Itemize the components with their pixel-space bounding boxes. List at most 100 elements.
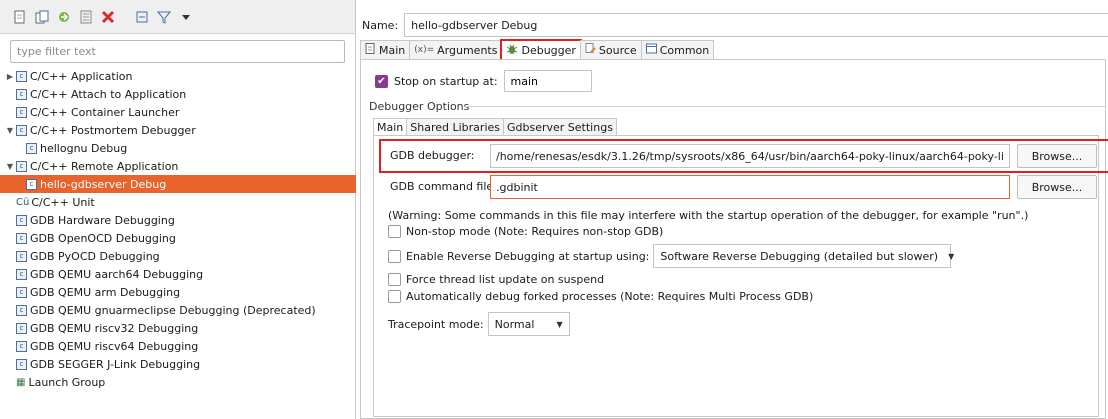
- stop-on-startup-input[interactable]: [503, 70, 592, 92]
- delete-all-icon[interactable]: [78, 9, 94, 25]
- c-config-icon: c: [16, 250, 27, 262]
- gdb-debugger-label: GDB debugger:: [390, 149, 475, 162]
- filter-icon[interactable]: [156, 9, 172, 25]
- tree-item[interactable]: c GDB OpenOCD Debugging: [0, 229, 356, 247]
- tree-item-label: C/C++ Application: [30, 69, 133, 83]
- gdb-debugger-browse-button[interactable]: Browse...: [1017, 144, 1097, 168]
- c-config-icon: c: [16, 88, 27, 100]
- stop-on-startup-row: ✔ Stop on startup at:: [375, 70, 592, 92]
- debugger-options-label: Debugger Options: [369, 100, 470, 113]
- auto-fork-label: Automatically debug forked processes (No…: [406, 290, 814, 303]
- source-tab-icon: [585, 43, 596, 57]
- tree-item[interactable]: c hellognu Debug: [0, 139, 356, 157]
- c-config-icon: c: [16, 286, 27, 298]
- tree-item-label: C/C++ Remote Application: [30, 159, 179, 173]
- reverse-debug-label: Enable Reverse Debugging at startup usin…: [406, 249, 650, 263]
- debugger-tab-icon: [506, 43, 518, 58]
- chevron-down-icon[interactable]: ▼: [4, 162, 16, 171]
- tree-item[interactable]: c GDB Hardware Debugging: [0, 211, 356, 229]
- tree-item[interactable]: c GDB QEMU aarch64 Debugging: [0, 265, 356, 283]
- c-config-icon: c: [26, 142, 37, 154]
- c-config-icon: c: [16, 70, 27, 82]
- launch-config-panel: ▶cC/C++ ApplicationcC/C++ Attach to Appl…: [0, 0, 356, 419]
- tree-item-label: Launch Group: [28, 375, 106, 389]
- tab-common-label: Common: [659, 43, 710, 57]
- collapse-all-icon[interactable]: [134, 9, 150, 25]
- tree-item-label: C/C++ Postmortem Debugger: [30, 123, 196, 137]
- config-editor: Name: Main (x)= Arguments Debugger Sourc…: [358, 0, 1108, 419]
- stop-on-startup-label: Stop on startup at:: [394, 74, 498, 88]
- delete-icon[interactable]: [100, 9, 116, 25]
- tree-item[interactable]: c hello-gdbserver Debug: [0, 175, 356, 193]
- c-config-icon: c: [16, 106, 27, 118]
- non-stop-checkbox[interactable]: [388, 225, 401, 238]
- reverse-debug-select[interactable]: Software Reverse Debugging (detailed but…: [653, 244, 954, 268]
- inner-tab-main[interactable]: Main: [373, 118, 408, 135]
- tree-item-label: C/C++ Container Launcher: [30, 105, 180, 119]
- tab-common[interactable]: Common: [640, 40, 715, 59]
- name-label: Name:: [362, 18, 399, 32]
- chevron-right-icon[interactable]: ▶: [4, 72, 16, 81]
- tree-item-label: GDB PyOCD Debugging: [30, 249, 160, 263]
- gdb-command-file-label: GDB command file:: [390, 180, 497, 193]
- debugger-tab-content: ✔ Stop on startup at: Debugger Options M…: [360, 59, 1108, 419]
- tree-item[interactable]: ▼ c C/C++ Postmortem Debugger: [0, 121, 356, 139]
- tree-item-label: GDB OpenOCD Debugging: [30, 231, 176, 245]
- reverse-debug-checkbox[interactable]: [388, 249, 401, 263]
- tree-item[interactable]: c GDB QEMU riscv64 Debugging: [0, 337, 356, 355]
- tree-item-label: hello-gdbserver Debug: [40, 177, 167, 191]
- inner-tab-shared-libraries[interactable]: Shared Libraries: [406, 118, 504, 135]
- tree-item-label: C/C++ Unit: [31, 195, 95, 209]
- c-config-icon: c: [16, 304, 27, 316]
- gdb-debugger-input[interactable]: [490, 144, 1010, 168]
- tree-item-label: hellognu Debug: [40, 141, 128, 155]
- force-thread-row: Force thread list update on suspend: [388, 273, 604, 286]
- auto-fork-checkbox[interactable]: [388, 290, 401, 303]
- launch-config-tree: ▶ c C/C++ Application c C/C++ Attach to Appl…: [0, 67, 356, 391]
- c-config-icon: c: [16, 214, 27, 226]
- stop-on-startup-checkbox[interactable]: ✔: [375, 74, 388, 88]
- tracepoint-select-value: Normal: [494, 317, 535, 331]
- launch-config-toolbar: [0, 0, 355, 34]
- tab-source[interactable]: Source: [579, 40, 642, 59]
- tree-item[interactable]: c GDB SEGGER J-Link Debugging: [0, 355, 356, 373]
- gdb-command-file-browse-button[interactable]: Browse...: [1017, 175, 1097, 199]
- tree-item-label: C/C++ Attach to Application: [30, 87, 187, 101]
- export-icon[interactable]: [56, 9, 72, 25]
- tree-item[interactable]: c GDB QEMU riscv32 Debugging: [0, 319, 356, 337]
- filter-input[interactable]: [10, 40, 345, 63]
- tab-debugger[interactable]: Debugger: [500, 39, 582, 61]
- launch-group-icon: ▦: [16, 376, 26, 388]
- c-config-icon: c: [16, 160, 27, 172]
- tree-item[interactable]: ▦ Launch Group: [0, 373, 356, 391]
- tree-item[interactable]: c GDB QEMU arm Debugging: [0, 283, 356, 301]
- force-thread-checkbox[interactable]: [388, 273, 401, 286]
- c-config-icon: c: [16, 358, 27, 370]
- inner-tab-gdbserver-settings[interactable]: Gdbserver Settings: [503, 118, 617, 135]
- tree-item[interactable]: ▼ c C/C++ Remote Application: [0, 157, 356, 175]
- warning-text: (Warning: Some commands in this file may…: [388, 209, 1029, 222]
- config-tabs: Main (x)= Arguments Debugger Source Comm…: [360, 39, 715, 61]
- name-input[interactable]: [404, 13, 1108, 37]
- tree-item[interactable]: Cü C/C++ Unit: [0, 193, 356, 211]
- force-thread-label: Force thread list update on suspend: [406, 273, 605, 286]
- tab-arguments[interactable]: (x)= Arguments: [409, 40, 503, 59]
- tree-item[interactable]: c C/C++ Container Launcher: [0, 103, 356, 121]
- chevron-down-icon[interactable]: ▼: [4, 126, 16, 135]
- arguments-tab-icon: (x)=: [414, 45, 435, 55]
- tab-main-label: Main: [379, 43, 406, 57]
- tree-item[interactable]: c C/C++ Attach to Application: [0, 85, 356, 103]
- duplicate-icon[interactable]: [34, 9, 50, 25]
- tree-item[interactable]: c GDB QEMU gnuarmeclipse Debugging (Depre…: [0, 301, 356, 319]
- tree-item[interactable]: c GDB PyOCD Debugging: [0, 247, 356, 265]
- tab-main[interactable]: Main: [360, 40, 411, 59]
- tracepoint-select[interactable]: Normal ▼: [487, 312, 570, 336]
- c-config-icon: c: [16, 232, 27, 244]
- view-menu-icon[interactable]: [178, 9, 194, 25]
- gdb-command-file-input[interactable]: [490, 175, 1010, 199]
- reverse-debug-select-value: Software Reverse Debugging (detailed but…: [660, 249, 939, 263]
- new-config-icon[interactable]: [12, 9, 28, 25]
- name-row: Name:: [362, 13, 1108, 37]
- c-config-icon: c: [26, 178, 37, 190]
- tree-item[interactable]: ▶ c C/C++ Application: [0, 67, 356, 85]
